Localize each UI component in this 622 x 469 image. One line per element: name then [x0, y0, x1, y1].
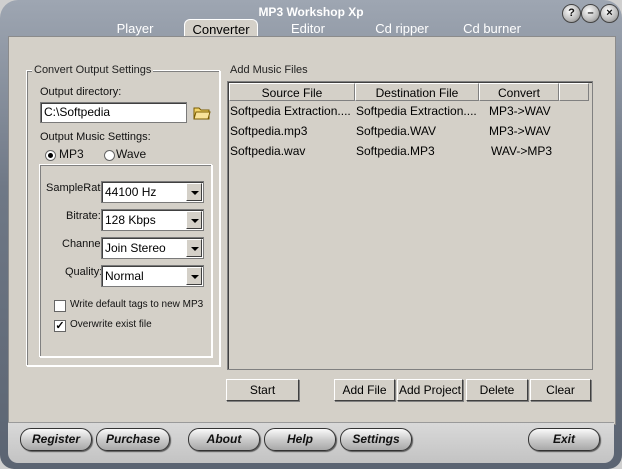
register-button[interactable]: Register	[20, 428, 92, 451]
table-row[interactable]: Softpedia.wav Softpedia.MP3 WAV->MP3	[229, 141, 589, 161]
column-header-destination[interactable]: Destination File	[355, 83, 479, 101]
convert-cell: MP3->WAV	[489, 104, 551, 118]
wave-radio-label: Wave	[116, 147, 147, 161]
channel-label: Channel:	[62, 238, 107, 250]
clear-button[interactable]: Clear	[530, 379, 591, 401]
purchase-button[interactable]: Purchase	[96, 428, 170, 451]
add-project-button[interactable]: Add Project	[397, 379, 463, 401]
delete-button[interactable]: Delete	[466, 379, 528, 401]
write-tags-checkbox[interactable]	[54, 300, 66, 312]
channel-value: Join Stereo	[105, 241, 166, 255]
chevron-down-icon[interactable]	[186, 183, 202, 201]
column-header-convert[interactable]: Convert	[479, 83, 559, 101]
overwrite-checkbox[interactable]: ✓	[54, 320, 66, 332]
exit-button[interactable]: Exit	[528, 428, 600, 451]
write-tags-label: Write default tags to new MP3	[70, 299, 204, 310]
table-row[interactable]: Softpedia.mp3 Softpedia.WAV MP3->WAV	[229, 121, 589, 141]
destination-cell: Softpedia Extraction....	[356, 104, 477, 118]
quality-select[interactable]: Normal	[101, 265, 204, 287]
help-button[interactable]: Help	[264, 428, 336, 451]
add-file-button[interactable]: Add File	[334, 379, 395, 401]
close-icon[interactable]: ×	[600, 4, 619, 23]
minimize-icon[interactable]: –	[581, 4, 600, 23]
help-icon[interactable]: ?	[562, 4, 581, 23]
source-cell: Softpedia Extraction....	[230, 104, 351, 118]
destination-cell: Softpedia.WAV	[356, 124, 437, 138]
samplerate-select[interactable]: 44100 Hz	[101, 181, 204, 203]
channel-select[interactable]: Join Stereo	[101, 237, 204, 259]
settings-button[interactable]: Settings	[340, 428, 412, 451]
folder-browse-icon[interactable]	[193, 104, 211, 120]
overwrite-label: Overwrite exist file	[70, 319, 152, 330]
about-button[interactable]: About	[188, 428, 260, 451]
bitrate-value: 128 Kbps	[105, 213, 156, 227]
chevron-down-icon[interactable]	[186, 239, 202, 257]
app-window: MP3 Workshop Xp ? – × Player Converter E…	[0, 0, 622, 469]
mp3-radio[interactable]	[45, 150, 56, 161]
add-music-files-title: Add Music Files	[228, 64, 310, 76]
source-cell: Softpedia.wav	[230, 144, 306, 158]
output-directory-field[interactable]: C:\Softpedia	[40, 102, 187, 123]
chevron-down-icon[interactable]	[186, 211, 202, 229]
bitrate-select[interactable]: 128 Kbps	[101, 209, 204, 231]
table-row[interactable]: Softpedia Extraction.... Softpedia Extra…	[229, 101, 589, 121]
convert-output-settings-title: Convert Output Settings	[32, 64, 154, 76]
window-title: MP3 Workshop Xp	[258, 5, 364, 19]
mp3-radio-label: MP3	[59, 147, 84, 161]
start-button[interactable]: Start	[226, 379, 299, 401]
source-cell: Softpedia.mp3	[230, 124, 308, 138]
column-header-filler	[559, 83, 589, 101]
music-files-list[interactable]: Source File Destination File Convert Sof…	[227, 81, 593, 370]
convert-cell: WAV->MP3	[491, 144, 553, 158]
output-directory-label: Output directory:	[40, 86, 122, 98]
quality-value: Normal	[105, 269, 144, 283]
bitrate-label: Bitrate:	[66, 210, 101, 222]
output-music-settings-label: Output Music Settings:	[40, 131, 151, 143]
convert-cell: MP3->WAV	[489, 124, 551, 138]
samplerate-value: 44100 Hz	[105, 185, 157, 199]
column-header-source[interactable]: Source File	[229, 83, 355, 101]
wave-radio[interactable]	[104, 150, 115, 161]
destination-cell: Softpedia.MP3	[356, 144, 435, 158]
chevron-down-icon[interactable]	[186, 267, 202, 285]
quality-label: Quality:	[65, 266, 103, 278]
